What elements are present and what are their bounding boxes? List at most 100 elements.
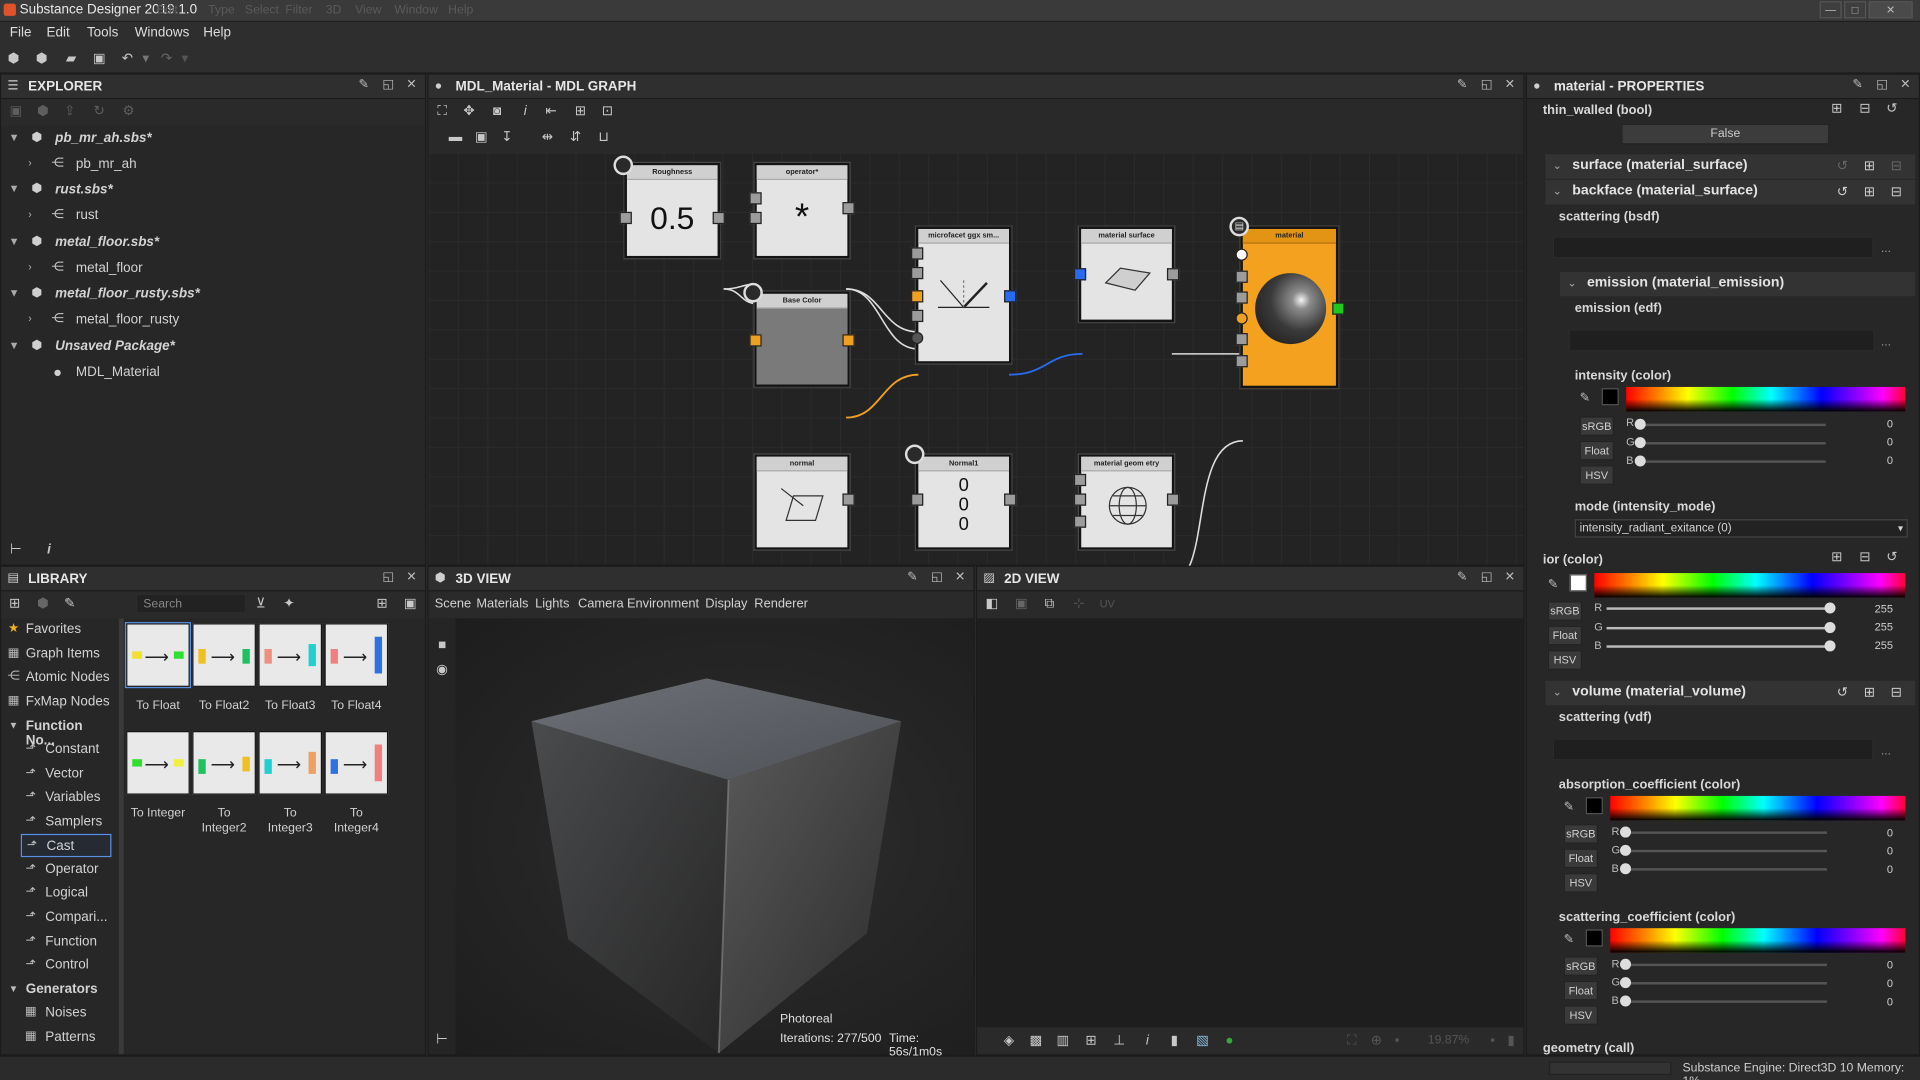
library-cat-graph-items[interactable]: ▦ Graph Items: [1, 643, 111, 666]
absorption-r-value[interactable]: 0: [1869, 827, 1893, 839]
node-material-geometry[interactable]: material geom etry: [1073, 454, 1180, 550]
output-port[interactable]: [1166, 493, 1180, 506]
input-port[interactable]: [911, 493, 924, 506]
intensity-color-chip[interactable]: [1601, 388, 1619, 406]
node-microfacet[interactable]: microfacet ggx sm...: [911, 226, 1017, 364]
menu-file[interactable]: File: [10, 26, 32, 41]
intensity-g-slider[interactable]: [1634, 437, 1826, 449]
ior-r-slider[interactable]: [1606, 602, 1836, 614]
lock-icon[interactable]: ▮: [1504, 1033, 1519, 1048]
view3d-menu-environment[interactable]: Environment: [627, 596, 699, 611]
input-port-backface[interactable]: [1235, 291, 1248, 304]
menu-help[interactable]: Help: [203, 26, 231, 41]
exposed-param-icon[interactable]: [743, 282, 763, 303]
pin-icon[interactable]: ✎: [1850, 78, 1865, 93]
intensity-color-picker[interactable]: [1626, 386, 1906, 412]
background-icon[interactable]: ▥: [1056, 1033, 1071, 1048]
filter-icon[interactable]: ⊻: [253, 596, 268, 611]
output-port[interactable]: [1004, 493, 1017, 506]
close-window-button[interactable]: ✕: [1868, 1, 1913, 19]
float-icon[interactable]: ◱: [381, 571, 396, 586]
input-port-thin-walled[interactable]: [1235, 248, 1248, 261]
library-cat-favorites[interactable]: ★ Favorites: [1, 618, 111, 641]
ior-b-value[interactable]: 255: [1869, 639, 1893, 651]
color-channels-icon[interactable]: ●: [1222, 1033, 1237, 1048]
reset-icon[interactable]: ↺: [1885, 102, 1900, 117]
hsv-button[interactable]: HSV: [1563, 1005, 1598, 1025]
scattering-g-slider[interactable]: [1620, 977, 1827, 989]
pin-node-icon[interactable]: ↧: [500, 130, 515, 145]
node-roughness[interactable]: Roughness 0.5: [619, 162, 725, 259]
tree-item-package[interactable]: ▼ ⬢ rust.sbs*: [1, 178, 425, 204]
copy-image-icon[interactable]: ⧉: [1042, 596, 1057, 611]
input-port[interactable]: [1073, 473, 1087, 487]
document-icon[interactable]: ▤: [1229, 216, 1249, 237]
library-item-thumbnail[interactable]: ⟶: [258, 731, 323, 795]
view3d-menu-lights[interactable]: Lights: [535, 596, 569, 611]
reload-icon[interactable]: ↻: [92, 104, 107, 119]
tree-item-package[interactable]: ▼ ⬢ metal_floor.sbs*: [1, 230, 425, 256]
section-volume[interactable]: ⌄ volume (material_volume) ↺ ⊞ ⊟: [1545, 680, 1916, 706]
library-item-thumbnail[interactable]: ⟶: [192, 623, 256, 687]
ior-color-picker[interactable]: [1594, 573, 1906, 598]
checker-icon[interactable]: ▩: [1029, 1033, 1044, 1048]
histogram-icon[interactable]: ▮: [1167, 1033, 1182, 1048]
library-cat-control[interactable]: ⬏ Control: [1, 954, 111, 977]
frame-selected-icon[interactable]: ✥: [462, 104, 477, 119]
exposed-param-icon[interactable]: [904, 444, 925, 465]
srgb-button[interactable]: sRGB: [1563, 956, 1598, 976]
list-view-icon[interactable]: ▣: [403, 596, 418, 611]
zoom-in-icon[interactable]: •: [1485, 1033, 1500, 1048]
view3d-menu-renderer[interactable]: Renderer: [754, 596, 808, 611]
save-package-icon[interactable]: ▣: [9, 104, 24, 119]
absorption-g-value[interactable]: 0: [1869, 845, 1893, 857]
tree-toggle-icon[interactable]: ⊢: [435, 1032, 450, 1047]
tree-item-graph[interactable]: › ⋲ rust: [1, 203, 425, 229]
copy-icon[interactable]: ◧: [984, 596, 999, 611]
redo-dropdown-icon[interactable]: ▾: [178, 51, 193, 66]
library-cat-cast[interactable]: ⬏ Cast: [20, 833, 112, 858]
float-button[interactable]: Float: [1563, 848, 1598, 869]
scattering-r-value[interactable]: 0: [1869, 959, 1893, 971]
intensity-g-value[interactable]: 0: [1869, 436, 1893, 448]
hsv-button[interactable]: HSV: [1579, 465, 1614, 485]
grid-icon[interactable]: ⊞: [1084, 1033, 1099, 1048]
scattering-color-chip[interactable]: [1585, 929, 1603, 947]
save-image-icon[interactable]: ▣: [1014, 596, 1029, 611]
library-search-input[interactable]: Search: [135, 593, 247, 614]
scattering-b-slider[interactable]: [1620, 995, 1827, 1007]
intensity-r-slider[interactable]: [1634, 418, 1826, 430]
publish-icon[interactable]: ⇪: [62, 104, 77, 119]
layers-icon[interactable]: ◈: [1002, 1033, 1017, 1048]
library-cat-function-nodes[interactable]: ▼ Function No...: [1, 715, 111, 748]
scattering-bsdf-field[interactable]: [1552, 236, 1874, 259]
mode-select[interactable]: intensity_radiant_exitance (0) ▾: [1574, 519, 1908, 538]
input-port-volume[interactable]: [1235, 333, 1248, 346]
align-icon[interactable]: ⇤: [544, 104, 559, 119]
pin-icon[interactable]: ✎: [1455, 78, 1470, 93]
emission-edf-field[interactable]: [1568, 329, 1875, 352]
input-port[interactable]: [619, 211, 632, 225]
float-icon[interactable]: ◱: [1479, 571, 1494, 586]
open-folder-icon[interactable]: ▰: [64, 51, 79, 66]
view3d-menu-scene[interactable]: Scene: [435, 596, 471, 611]
tile-icon[interactable]: ⊹: [1071, 596, 1086, 611]
output-port[interactable]: [1004, 290, 1017, 303]
more-button[interactable]: ...: [1881, 744, 1891, 757]
scattering-b-value[interactable]: 0: [1869, 996, 1893, 1008]
input-port-geometry[interactable]: [1235, 355, 1248, 368]
view2d-viewport[interactable]: [977, 618, 1524, 1028]
input-port[interactable]: [1073, 268, 1087, 281]
eyedropper-icon[interactable]: ✎: [1548, 578, 1558, 591]
new-graph-icon[interactable]: ⬢: [34, 51, 49, 66]
absorption-color-picker[interactable]: [1610, 795, 1906, 821]
library-cat-vector[interactable]: ⬏ Vector: [1, 763, 111, 786]
view3d-menu-camera[interactable]: Camera: [578, 596, 624, 611]
input-port[interactable]: [911, 309, 924, 323]
edit-icon[interactable]: ✎: [62, 596, 77, 611]
library-cat-fxmap-nodes[interactable]: ▦ FxMap Nodes: [1, 691, 111, 714]
output-port[interactable]: [1166, 268, 1180, 281]
refresh-icon[interactable]: ⬢: [36, 596, 51, 611]
input-port[interactable]: [911, 266, 924, 280]
more-button[interactable]: ...: [1881, 242, 1891, 255]
